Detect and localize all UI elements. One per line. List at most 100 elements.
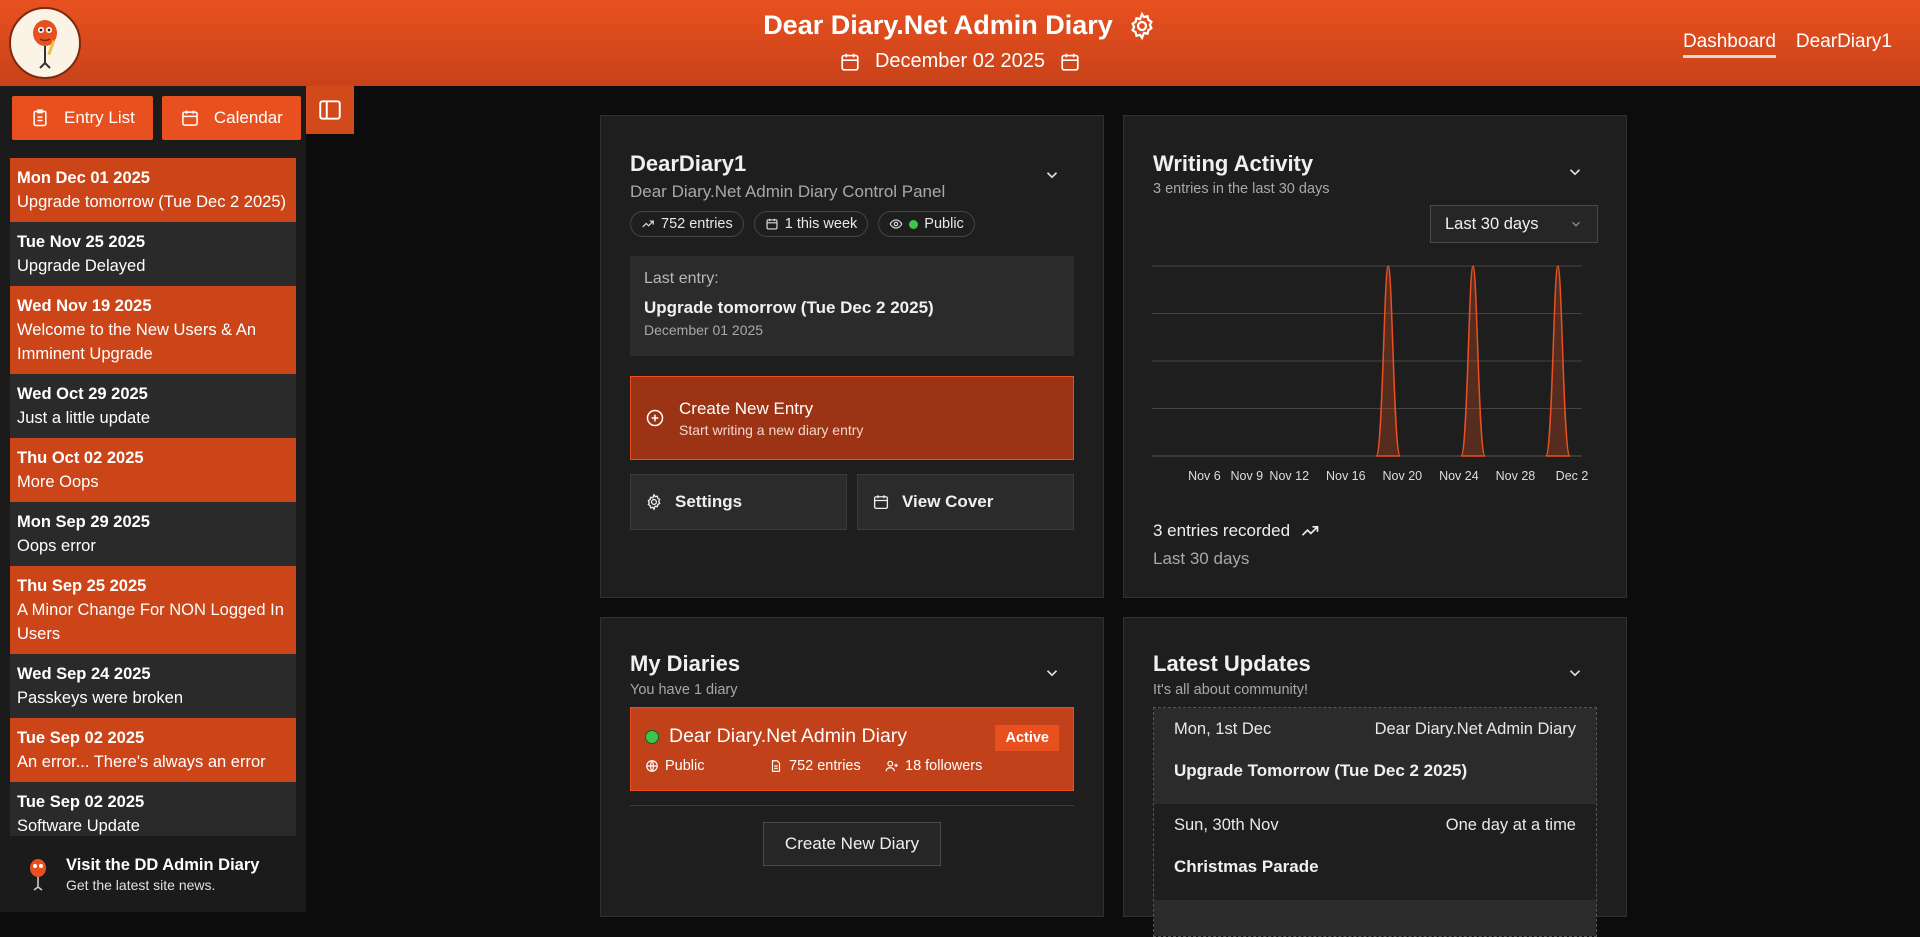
entry-title: Upgrade tomorrow (Tue Dec 2 2025): [17, 193, 287, 211]
update-source: One day at a time: [1445, 816, 1576, 834]
entry-title: An error... There's always an error: [17, 753, 266, 771]
settings-label: Settings: [675, 492, 743, 511]
latest-updates-card: Latest Updates It's all about community!…: [1123, 617, 1627, 937]
update-title: Upgrade Tomorrow (Tue Dec 2 2025): [1174, 761, 1468, 780]
entry-list-label: Entry List: [64, 108, 135, 127]
update-title: Christmas Parade: [1174, 857, 1319, 876]
card-title: DearDiary1: [630, 151, 747, 176]
diary-name: Dear Diary.Net Admin Diary: [669, 725, 908, 747]
mascot-small-icon: [30, 859, 46, 891]
sidebar-entry[interactable]: Mon Dec 01 2025 Upgrade tomorrow (Tue Dec…: [10, 158, 296, 222]
entry-title: More Oops: [17, 473, 99, 491]
card-title: My Diaries: [630, 651, 741, 676]
divider: [630, 805, 1074, 806]
last-entry-label: Last entry:: [644, 270, 719, 287]
gear-icon: [647, 493, 661, 511]
entry-list: Mon Dec 01 2025 Upgrade tomorrow (Tue Dec…: [10, 158, 296, 836]
create-diary-button[interactable]: Create New Diary: [763, 822, 941, 866]
card-subtitle: You have 1 diary: [630, 682, 738, 698]
chevron-down-icon: [1572, 221, 1580, 227]
sidebar-entry[interactable]: Thu Oct 02 2025 More Oops: [10, 438, 296, 502]
my-diaries-card: My Diaries You have 1 diary Dear Diary.N…: [600, 617, 1104, 917]
sidebar-entry[interactable]: Wed Oct 29 2025 Just a little update: [10, 374, 296, 438]
entry-date: Wed Oct 29 2025: [17, 385, 148, 403]
calendar-label: Calendar: [213, 108, 283, 127]
trending-up-icon: [642, 220, 654, 228]
settings-button[interactable]: Settings: [630, 474, 847, 530]
entry-title: Welcome to the New Users & An Imminent U…: [17, 321, 257, 363]
user-plus-icon: [885, 760, 898, 772]
x-tick-label: Nov 20: [1383, 469, 1423, 483]
chevron-down-icon[interactable]: [1566, 163, 1584, 181]
sidebar-entry[interactable]: Thu Sep 25 2025 A Minor Change For NON Lo…: [10, 566, 296, 654]
x-tick-label: Nov 16: [1326, 469, 1366, 483]
sidebar-entry[interactable]: Mon Sep 29 2025 Oops error: [10, 502, 296, 566]
diary-item[interactable]: Dear Diary.Net Admin Diary Active Public…: [630, 707, 1074, 791]
nav-dashboard[interactable]: Dashboard: [1682, 31, 1776, 58]
entries-chip: 752 entries: [630, 211, 744, 237]
create-entry-subtitle: Start writing a new diary entry: [679, 421, 864, 438]
calendar-button[interactable]: Calendar: [161, 96, 301, 140]
update-item[interactable]: Sun, 30th Nov One day at a time Christma…: [1154, 804, 1596, 900]
last-entry-title: Upgrade tomorrow (Tue Dec 2 2025): [644, 298, 934, 317]
diary-visibility: Public: [645, 758, 769, 774]
entry-date: Thu Sep 25 2025: [17, 577, 147, 595]
calendar-prev-icon[interactable]: [839, 51, 861, 73]
entry-date: Wed Nov 19 2025: [17, 297, 152, 315]
current-date: December 02 2025: [874, 50, 1046, 72]
trending-up-icon: [1301, 526, 1319, 536]
diary-entries: 752 entries: [769, 758, 885, 774]
x-tick-label: Nov 9: [1230, 469, 1263, 483]
last-entry-box[interactable]: Last entry: Upgrade tomorrow (Tue Dec 2 …: [630, 256, 1074, 356]
sidebar-entry[interactable]: Wed Nov 19 2025 Welcome to the New Users …: [10, 286, 296, 374]
update-item[interactable]: [1154, 900, 1596, 936]
calendar-next-icon[interactable]: [1059, 51, 1081, 73]
recorded-subtitle: Last 30 days: [1153, 549, 1250, 568]
gear-icon[interactable]: [1127, 11, 1157, 41]
active-badge: Active: [995, 725, 1059, 751]
chevron-down-icon[interactable]: [1043, 166, 1061, 184]
nav-user[interactable]: DearDiary1: [1796, 31, 1892, 58]
sidebar-entry[interactable]: Tue Nov 25 2025 Upgrade Delayed: [10, 222, 296, 286]
entry-list-button[interactable]: Entry List: [12, 96, 153, 140]
diary-followers: 18 followers: [885, 758, 982, 774]
sidebar-entry[interactable]: Tue Sep 02 2025 Software Update: [10, 782, 296, 836]
calendar-icon: [873, 495, 889, 510]
view-cover-label: View Cover: [902, 492, 994, 511]
footer-subtitle: Get the latest site news.: [66, 876, 216, 893]
entry-date: Tue Nov 25 2025: [17, 233, 146, 251]
footer-title: Visit the DD Admin Diary: [66, 855, 260, 874]
update-item[interactable]: Mon, 1st Dec Dear Diary.Net Admin Diary …: [1154, 708, 1596, 804]
view-cover-button[interactable]: View Cover: [857, 474, 1074, 530]
activity-chart: Nov 6 Nov 9 Nov 12 Nov 16 Nov 20 Nov 24 Nov 28…: [1152, 265, 1588, 483]
entry-title: Oops error: [17, 537, 96, 555]
entry-date: Mon Sep 29 2025: [17, 513, 150, 531]
entry-title: Just a little update: [17, 409, 150, 427]
sidebar-entry[interactable]: Tue Sep 02 2025 An error... There's alway…: [10, 718, 296, 782]
entry-title: Passkeys were broken: [17, 689, 183, 707]
updates-list: Mon, 1st Dec Dear Diary.Net Admin Diary …: [1153, 707, 1597, 937]
update-date: Mon, 1st Dec: [1174, 720, 1272, 738]
x-tick-label: Nov 6: [1188, 469, 1221, 483]
sidebar-entry[interactable]: Wed Sep 24 2025 Passkeys were broken: [10, 654, 296, 718]
status-dot: [645, 730, 659, 744]
entry-title: Software Update: [17, 817, 140, 835]
create-entry-button[interactable]: Create New Entry Start writing a new dia…: [630, 376, 1074, 460]
update-date: Sun, 30th Nov: [1174, 816, 1279, 834]
diary-overview-card: DearDiary1 Dear Diary.Net Admin Diary Co…: [600, 115, 1104, 598]
sidebar-toggle-button[interactable]: [306, 86, 354, 134]
admin-diary-link[interactable]: Visit the DD Admin Diary Get the latest …: [0, 836, 306, 912]
create-entry-title: Create New Entry: [679, 398, 814, 418]
x-tick-label: Nov 28: [1496, 469, 1536, 483]
range-select[interactable]: Last 30 days: [1430, 205, 1598, 243]
app-header: Dear Diary.Net Admin Diary December 02 2…: [0, 0, 1920, 86]
chevron-down-icon[interactable]: [1566, 664, 1584, 682]
card-subtitle: It's all about community!: [1153, 682, 1309, 698]
chevron-down-icon[interactable]: [1043, 664, 1061, 682]
x-tick-label: Nov 24: [1439, 469, 1479, 483]
entry-date: Tue Sep 02 2025: [17, 729, 145, 747]
x-tick-label: Nov 12: [1269, 469, 1309, 483]
week-count: 1 this week: [784, 216, 858, 232]
last-entry-date: December 01 2025: [644, 322, 764, 338]
calendar-icon: [766, 218, 778, 230]
